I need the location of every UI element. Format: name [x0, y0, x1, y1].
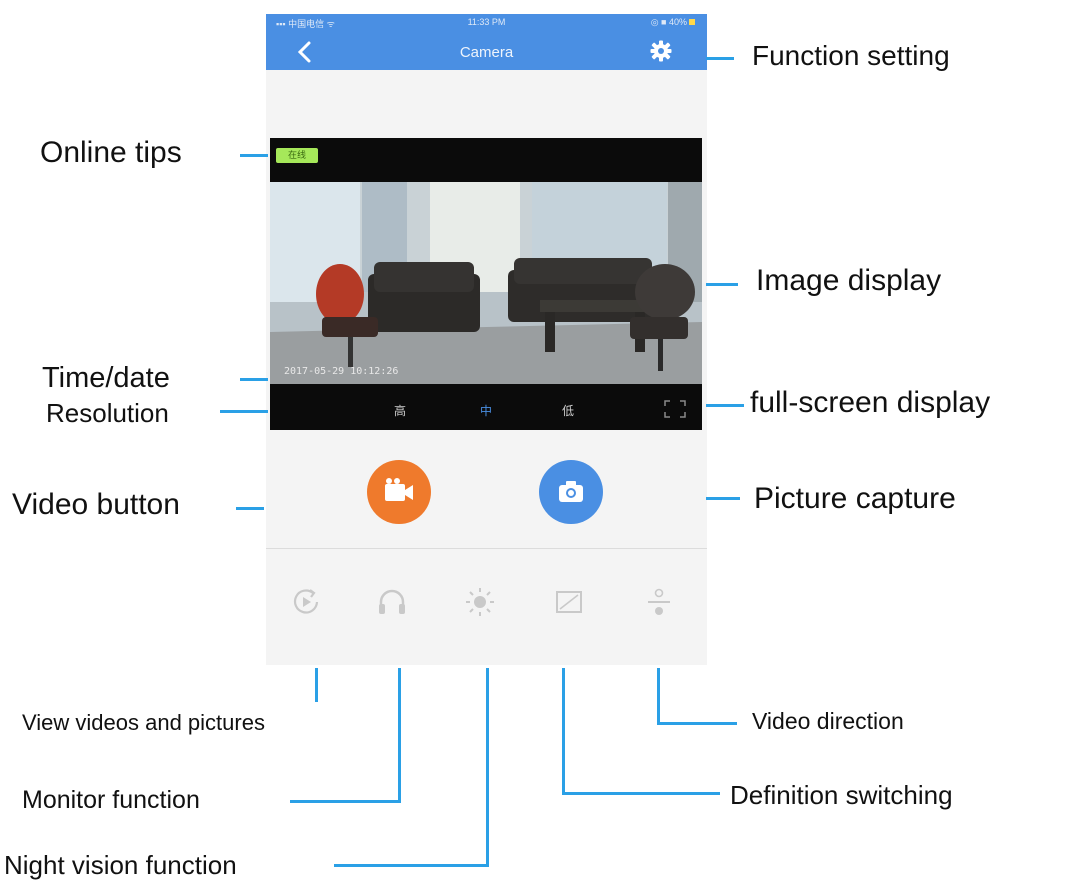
video-camera-icon: [385, 478, 413, 501]
night-vision-leader-v: [486, 668, 489, 866]
capture-controls: [266, 430, 707, 548]
video-player[interactable]: 在线 2017-05-29 10:12:26 高 中 低: [270, 138, 702, 430]
video-timestamp: 2017-05-29 10:12:26: [284, 366, 399, 377]
battery-text: 40%: [668, 17, 687, 27]
video-direction-label: Video direction: [752, 708, 904, 734]
view-videos-leader: [315, 668, 318, 702]
frame-icon[interactable]: [551, 584, 587, 620]
picture-capture-label: Picture capture: [754, 482, 956, 515]
status-bar: ▪▪▪ 中国电信 ᯤ 11:33 PM ◎ ■ 40%: [266, 14, 707, 32]
resolution-medium-option[interactable]: 中: [480, 402, 492, 419]
app-header: ▪▪▪ 中国电信 ᯤ 11:33 PM ◎ ■ 40% Camera: [266, 14, 707, 70]
view-videos-label: View videos and pictures: [22, 710, 265, 735]
resolution-low-option[interactable]: 低: [562, 402, 574, 419]
full-screen-leader: [706, 404, 744, 407]
definition-switching-label: Definition switching: [730, 780, 953, 810]
page-title: Camera: [459, 44, 514, 61]
monitor-function-label: Monitor function: [22, 786, 200, 814]
time-date-label: Time/date: [42, 362, 170, 394]
section-divider: [266, 548, 707, 549]
image-display-leader: [706, 283, 738, 286]
picture-capture-leader: [706, 497, 740, 500]
replay-icon[interactable]: [288, 584, 324, 620]
function-setting-leader: [706, 57, 734, 60]
monitor-leader-h: [290, 800, 401, 803]
online-tips-label: Online tips: [40, 136, 182, 169]
time-date-leader: [240, 378, 268, 381]
video-button-leader: [236, 507, 264, 510]
status-time: 11:33 PM: [467, 17, 506, 27]
online-status-badge: 在线: [276, 148, 318, 163]
direction-leader-v: [657, 668, 660, 724]
capture-photo-button[interactable]: [539, 460, 603, 524]
function-setting-label: Function setting: [752, 40, 950, 71]
image-display-label: Image display: [756, 264, 942, 297]
resolution-bar: 高 中 低: [270, 388, 702, 430]
resolution-high-option[interactable]: 高: [394, 402, 406, 419]
direction-leader-h: [657, 722, 737, 725]
definition-leader-h: [562, 792, 720, 795]
night-vision-leader-h: [334, 864, 489, 867]
night-vision-label: Night vision function: [4, 850, 237, 880]
fullscreen-icon[interactable]: [664, 400, 686, 418]
resolution-label: Resolution: [46, 398, 169, 428]
online-tips-leader: [240, 154, 268, 157]
gear-icon[interactable]: [650, 40, 672, 62]
function-toolbar: [266, 584, 707, 634]
resolution-leader: [220, 410, 268, 413]
battery-indicator: ◎ ■ 40%: [651, 17, 695, 28]
definition-leader-v: [562, 668, 565, 794]
camera-app-screen: ▪▪▪ 中国电信 ᯤ 11:33 PM ◎ ■ 40% Camera 在线 20…: [266, 14, 707, 665]
battery-icon: [689, 19, 695, 25]
record-video-button[interactable]: [367, 460, 431, 524]
full-screen-label: full-screen display: [750, 386, 991, 419]
monitor-leader-v: [398, 668, 401, 802]
camera-icon: [559, 481, 583, 502]
camera-feed-image: [270, 182, 702, 384]
video-button-label: Video button: [12, 488, 180, 521]
flip-icon[interactable]: [641, 584, 677, 620]
sun-icon[interactable]: [462, 584, 498, 620]
headphones-icon[interactable]: [374, 584, 410, 620]
